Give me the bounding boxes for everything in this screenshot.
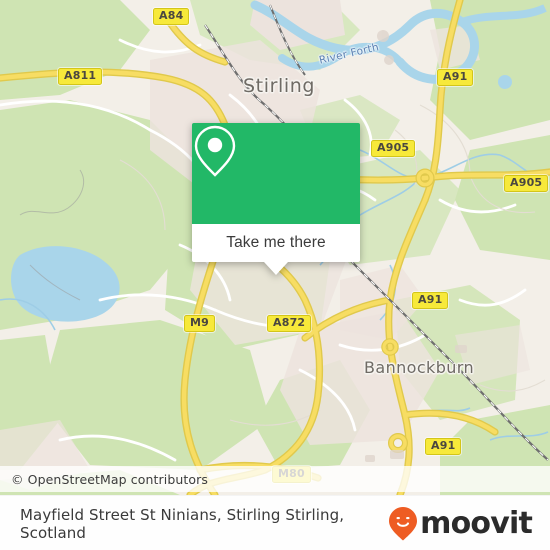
map-attribution-bar: © OpenStreetMap contributors	[0, 466, 550, 492]
road-shield-a91-north[interactable]: A91	[437, 69, 474, 86]
road-shield-m9[interactable]: M9	[184, 315, 216, 332]
map-pin-icon	[194, 125, 236, 177]
moovit-wordmark: moovit	[420, 506, 533, 541]
osm-attribution-text[interactable]: © OpenStreetMap contributors	[11, 472, 208, 487]
road-shield-a872[interactable]: A872	[267, 315, 312, 332]
map-canvas[interactable]: Stirling Bannockburn River Forth A84 A81…	[0, 0, 550, 495]
road-shield-a91-mid[interactable]: A91	[412, 292, 449, 309]
map-screenshot: Stirling Bannockburn River Forth A84 A81…	[0, 0, 550, 550]
address-text: Mayfield Street St Ninians, Stirling Sti…	[20, 505, 345, 542]
take-me-there-button[interactable]: Take me there	[192, 224, 360, 262]
popup-pin-area	[192, 123, 360, 224]
road-shield-a905-west[interactable]: A905	[371, 140, 416, 157]
take-me-there-label: Take me there	[226, 234, 326, 251]
road-shield-a905-east[interactable]: A905	[504, 175, 549, 192]
road-shield-a811[interactable]: A811	[58, 68, 103, 85]
moovit-logo[interactable]: moovit	[388, 506, 533, 542]
road-shield-a91-south[interactable]: A91	[425, 438, 462, 455]
location-popup-card[interactable]: Take me there	[192, 123, 360, 275]
footer-bar: Mayfield Street St Ninians, Stirling Sti…	[0, 495, 550, 550]
road-shield-a84[interactable]: A84	[153, 8, 190, 25]
popup-pointer-tail	[264, 262, 288, 275]
moovit-smiley-pin-icon	[389, 506, 418, 540]
